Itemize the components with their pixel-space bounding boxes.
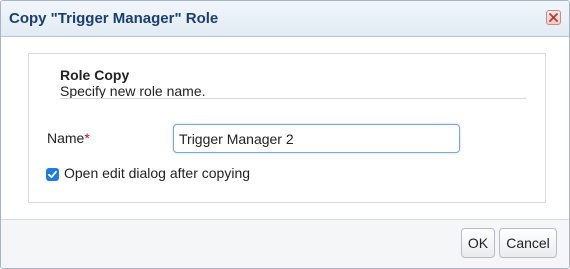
required-marker: *	[84, 130, 90, 146]
name-label: Name*	[47, 130, 90, 146]
role-copy-panel: Role Copy Specify new role name. Name* O…	[28, 53, 546, 203]
close-button[interactable]	[546, 10, 561, 25]
close-icon	[549, 13, 558, 22]
section-subtitle: Specify new role name.	[60, 83, 206, 99]
section-divider	[60, 98, 526, 99]
cancel-button[interactable]: Cancel	[499, 228, 557, 258]
name-label-text: Name	[47, 130, 85, 146]
dialog-footer: OK Cancel	[1, 219, 569, 268]
dialog-title: Copy "Trigger Manager" Role	[9, 10, 219, 27]
checkmark-icon	[48, 170, 57, 179]
role-name-input[interactable]	[173, 124, 460, 153]
open-edit-checkbox[interactable]	[46, 168, 59, 181]
section-title: Role Copy	[60, 67, 130, 83]
ok-button[interactable]: OK	[461, 228, 495, 258]
copy-role-dialog: Copy "Trigger Manager" Role Role Copy Sp…	[0, 0, 570, 269]
dialog-titlebar[interactable]: Copy "Trigger Manager" Role	[1, 1, 569, 37]
open-edit-label[interactable]: Open edit dialog after copying	[64, 165, 250, 181]
